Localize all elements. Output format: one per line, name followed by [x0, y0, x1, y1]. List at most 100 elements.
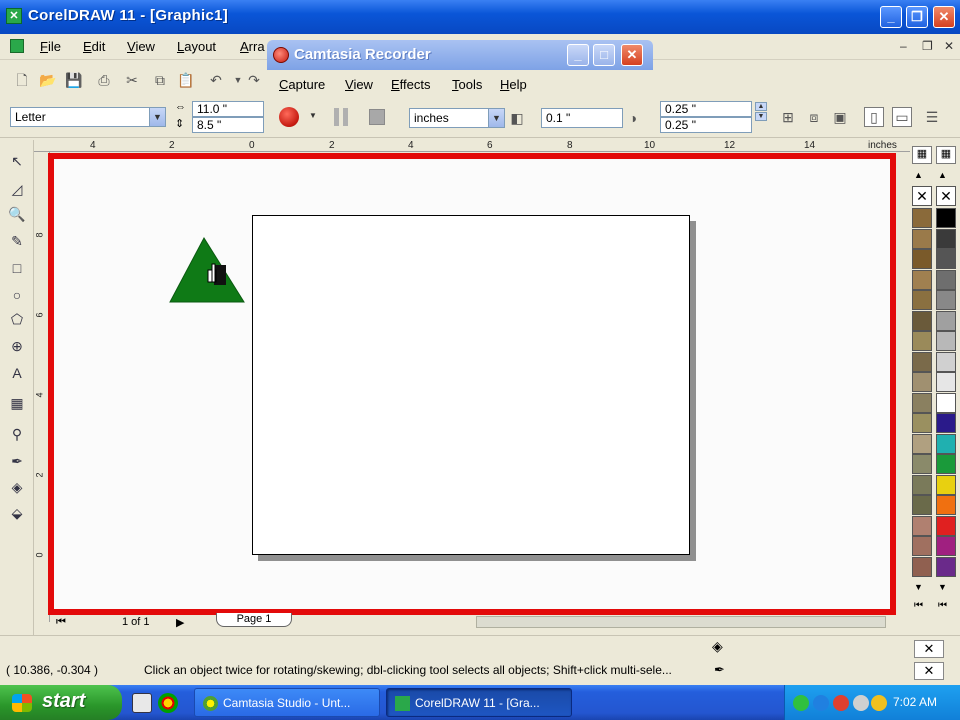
document-icon[interactable]	[10, 39, 24, 53]
color-swatch[interactable]	[912, 536, 932, 556]
color-swatch[interactable]	[936, 310, 956, 331]
camtasia-menu-tools[interactable]: Tools	[452, 77, 482, 92]
camtasia-minimize-button[interactable]: _	[567, 44, 589, 66]
color-swatch[interactable]	[936, 474, 956, 495]
color-swatch[interactable]	[912, 556, 932, 577]
nudge-offset-field[interactable]: 0.1 "	[541, 108, 623, 128]
zoom-tool-icon[interactable]: 🔍	[6, 203, 28, 225]
color-swatch[interactable]	[912, 269, 932, 290]
color-swatch[interactable]	[912, 474, 932, 495]
close-button[interactable]: ✕	[933, 6, 955, 28]
color-swatch[interactable]	[912, 331, 932, 351]
no-fill-swatch[interactable]: ✕	[912, 186, 932, 206]
nudge-icon[interactable]: ◧	[507, 108, 527, 128]
units-select[interactable]: inches ▼	[409, 108, 505, 128]
color-swatch[interactable]	[936, 495, 956, 515]
freehand-tool-icon[interactable]: ✎	[6, 230, 28, 252]
mdi-minimize-icon[interactable]: –	[900, 39, 907, 53]
color-swatch[interactable]	[912, 392, 932, 413]
record-button[interactable]	[279, 107, 299, 127]
mdi-close-icon[interactable]: ✕	[944, 39, 954, 53]
menu-arrange[interactable]: Arra	[240, 39, 265, 54]
text-tool-icon[interactable]: A	[6, 362, 28, 384]
color-swatch[interactable]	[936, 208, 956, 228]
color-swatch[interactable]	[936, 249, 956, 269]
camtasia-maximize-button[interactable]: □	[593, 44, 615, 66]
task-coreldraw[interactable]: CorelDRAW 11 - [Gra...	[386, 688, 572, 717]
camtasia-menu-capture[interactable]: Capture	[279, 77, 325, 92]
camtasia-title-bar[interactable]: Camtasia Recorder _ □ ✕	[267, 40, 653, 70]
pick-tool-icon[interactable]: ↖	[6, 150, 28, 172]
palette-scroll-up-icon[interactable]: ▲	[914, 170, 923, 180]
paper-size-select[interactable]: Letter ▼	[10, 107, 166, 127]
duplicate-distance-icon[interactable]: ◑	[623, 108, 643, 128]
cut-icon[interactable]: ✂	[122, 70, 142, 90]
title-bar[interactable]: ✕ CorelDRAW 11 - [Graphic1] _ ❐ ✕	[0, 0, 960, 34]
palette-flyout-icon[interactable]: ⏮	[938, 600, 947, 611]
page-tab[interactable]: Page 1	[216, 613, 292, 627]
paste-icon[interactable]: 📋	[176, 70, 196, 90]
units-icon[interactable]: ⧈	[804, 107, 824, 127]
options-icon[interactable]: ▣	[830, 107, 850, 127]
rectangle-tool-icon[interactable]: □	[6, 257, 28, 279]
print-icon[interactable]: ⎙	[94, 70, 114, 90]
no-fill-swatch[interactable]: ✕	[936, 186, 956, 206]
ellipse-tool-icon[interactable]: ○	[6, 284, 28, 306]
fill-indicator-icon[interactable]: ◈	[712, 638, 723, 655]
palette-scroll-down-icon[interactable]: ▼	[938, 582, 947, 592]
color-swatch[interactable]	[936, 372, 956, 392]
page-width-field[interactable]: 11.0 "	[192, 101, 264, 117]
undo-icon[interactable]: ↶	[206, 70, 226, 90]
chevron-down-icon[interactable]: ▼	[488, 109, 504, 127]
mdi-restore-icon[interactable]: ❐	[922, 39, 933, 53]
color-swatch[interactable]	[912, 372, 932, 392]
color-swatch[interactable]	[936, 290, 956, 310]
redo-icon[interactable]: ↷	[244, 70, 264, 90]
color-swatch[interactable]	[936, 413, 956, 433]
nudge-y-field[interactable]: 0.25 "	[660, 117, 752, 133]
polygon-tool-icon[interactable]: ⬠	[6, 308, 28, 330]
save-icon[interactable]: 💾	[64, 70, 84, 90]
next-page-icon[interactable]: ▶	[176, 616, 184, 629]
page-layout-icon[interactable]: ☰	[922, 107, 942, 127]
start-button[interactable]: start	[0, 685, 122, 720]
basic-shapes-tool-icon[interactable]: ⊕	[6, 335, 28, 357]
restore-button[interactable]: ❐	[906, 6, 928, 28]
menu-view[interactable]: View	[127, 39, 155, 54]
outline-color-swatch[interactable]: ✕	[914, 662, 944, 680]
color-swatch[interactable]	[936, 269, 956, 290]
color-swatch[interactable]	[912, 208, 932, 228]
color-swatch[interactable]	[912, 515, 932, 536]
color-swatch[interactable]	[936, 351, 956, 372]
task-camtasia-studio[interactable]: Camtasia Studio - Unt...	[194, 688, 380, 717]
network-icon[interactable]	[793, 695, 809, 711]
color-swatch[interactable]	[936, 392, 956, 413]
color-swatch[interactable]	[912, 290, 932, 310]
interactive-blend-tool-icon[interactable]: ▦	[6, 392, 28, 414]
color-swatch[interactable]	[936, 331, 956, 351]
menu-layout[interactable]: Layout	[177, 39, 216, 54]
show-desktop-icon[interactable]	[132, 693, 152, 713]
color-swatch[interactable]	[936, 556, 956, 577]
triangle-shape[interactable]	[168, 236, 248, 306]
palette-menu-icon[interactable]: ▦	[912, 146, 932, 164]
color-swatch[interactable]	[912, 495, 932, 515]
shape-tool-icon[interactable]: ◿	[6, 178, 28, 200]
page-boundary[interactable]	[252, 215, 690, 555]
color-swatch[interactable]	[936, 433, 956, 454]
camtasia-tray-icon[interactable]	[833, 695, 849, 711]
grid-icon[interactable]: ⊞	[778, 107, 798, 127]
camtasia-recorder-window[interactable]: Camtasia Recorder _ □ ✕ Capture View Eff…	[267, 40, 653, 136]
volume-icon[interactable]	[853, 695, 869, 711]
camtasia-menu-help[interactable]: Help	[500, 77, 527, 92]
nudge-x-field[interactable]: 0.25 "	[660, 101, 752, 117]
minimize-button[interactable]: _	[880, 6, 902, 28]
interactive-fill-tool-icon[interactable]: ⬙	[6, 502, 28, 524]
triangle-polygon[interactable]	[169, 237, 245, 303]
color-swatch[interactable]	[912, 249, 932, 269]
pause-icon[interactable]	[334, 108, 339, 126]
color-swatch[interactable]	[912, 433, 932, 454]
color-swatch[interactable]	[912, 228, 932, 249]
outline-tool-icon[interactable]: ✒	[6, 450, 28, 472]
page-height-field[interactable]: 8.5 "	[192, 117, 264, 133]
